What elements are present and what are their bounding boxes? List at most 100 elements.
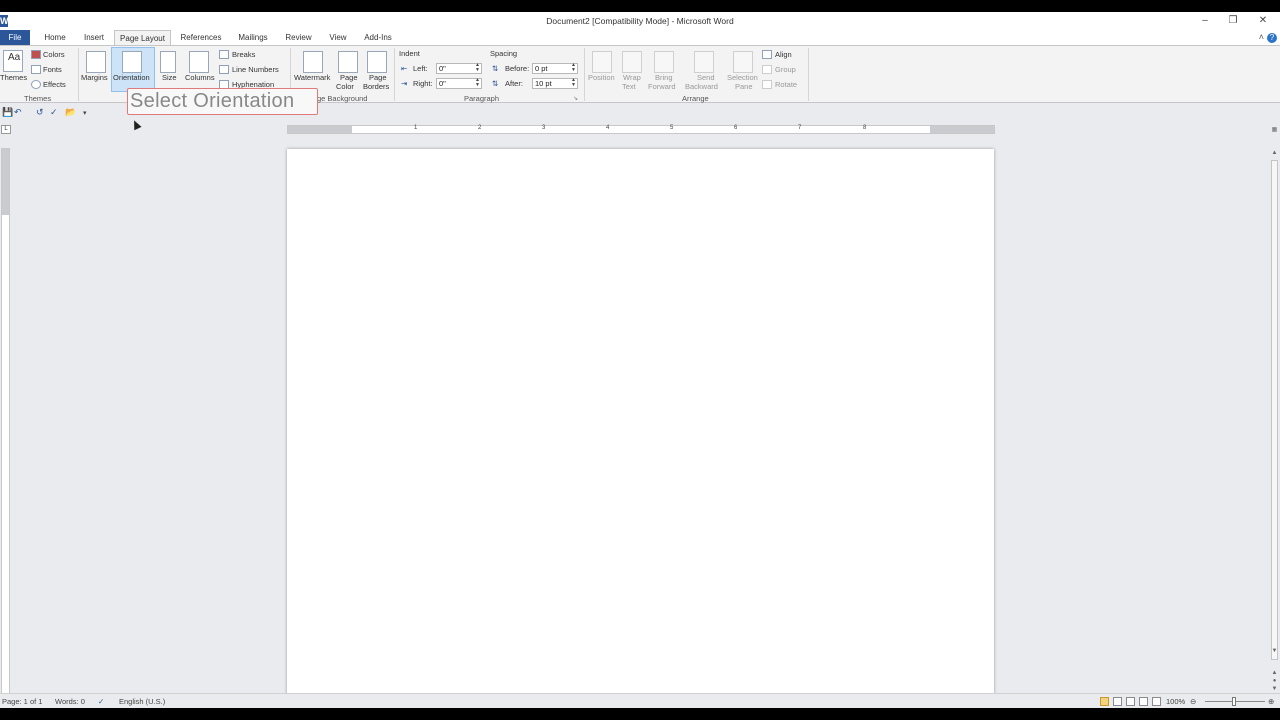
zoom-level[interactable]: 100%: [1166, 697, 1185, 706]
indent-right-icon: ⇥: [401, 79, 408, 88]
full-screen-reading-icon[interactable]: [1113, 697, 1122, 706]
tab-mailings[interactable]: Mailings: [232, 30, 274, 45]
browse-object-icon[interactable]: ●: [1270, 678, 1279, 684]
redo-icon[interactable]: ↺: [36, 107, 44, 118]
undo-icon[interactable]: ↶: [14, 107, 22, 118]
tab-file[interactable]: File: [0, 30, 30, 45]
tab-insert[interactable]: Insert: [78, 30, 110, 45]
print-layout-icon[interactable]: [1100, 697, 1109, 706]
bring-forward-button-line2[interactable]: Forward: [648, 82, 676, 91]
effects-button[interactable]: Effects: [43, 80, 66, 89]
wrap-text-button[interactable]: Wrap: [623, 73, 641, 82]
tab-view[interactable]: View: [324, 30, 352, 45]
bring-forward-button[interactable]: Bring: [655, 73, 673, 82]
scroll-down-icon[interactable]: ▼: [1270, 648, 1279, 654]
indent-right-field[interactable]: 0" ▲ ▼: [436, 78, 482, 89]
tab-page-layout[interactable]: Page Layout: [114, 30, 171, 45]
align-button[interactable]: Align: [775, 50, 792, 59]
fonts-button[interactable]: Fonts: [43, 65, 62, 74]
wrap-text-button-line2[interactable]: Text: [622, 82, 636, 91]
tab-references[interactable]: References: [177, 30, 225, 45]
zoom-out-icon[interactable]: ⊖: [1190, 697, 1196, 706]
spin-arrows-icon[interactable]: ▲ ▼: [571, 78, 576, 88]
watermark-button[interactable]: Watermark: [294, 73, 330, 82]
rotate-button[interactable]: Rotate: [775, 80, 797, 89]
outline-icon[interactable]: [1139, 697, 1148, 706]
margins-icon: [86, 51, 106, 73]
columns-button[interactable]: Columns: [185, 73, 215, 82]
size-icon: [160, 51, 176, 73]
scroll-thumb[interactable]: [1271, 160, 1278, 660]
scroll-up-icon[interactable]: ▲: [1270, 150, 1279, 156]
tab-home[interactable]: Home: [40, 30, 70, 45]
spin-arrows-icon[interactable]: ▲ ▼: [475, 78, 480, 88]
page-borders-button-line2[interactable]: Borders: [363, 82, 389, 91]
selection-pane-button-line2[interactable]: Pane: [735, 82, 753, 91]
spacing-before-label: Before:: [505, 64, 530, 73]
zoom-slider-knob[interactable]: [1232, 697, 1236, 706]
tab-selector[interactable]: L: [1, 125, 11, 134]
orientation-button[interactable]: Orientation: [113, 73, 150, 82]
word-count[interactable]: Words: 0: [55, 697, 85, 706]
zoom-in-icon[interactable]: ⊕: [1268, 697, 1274, 706]
spacing-title: Spacing: [490, 49, 518, 58]
send-backward-button[interactable]: Send: [697, 73, 715, 82]
minimize-ribbon-icon[interactable]: ˄: [1259, 32, 1264, 42]
selection-pane-button[interactable]: Selection: [727, 73, 758, 82]
margins-button[interactable]: Margins: [81, 73, 108, 82]
paragraph-dialog-launcher-icon[interactable]: ↘: [573, 95, 578, 102]
language[interactable]: English (U.S.): [119, 697, 165, 706]
spacing-after-field[interactable]: 10 pt ▲ ▼: [532, 78, 578, 89]
themes-group-label: Themes: [24, 94, 52, 103]
spelling-icon[interactable]: ✓: [50, 107, 58, 118]
line-numbers-icon: [219, 65, 229, 74]
group-button[interactable]: Group: [775, 65, 796, 74]
ruler-number: 5: [670, 125, 674, 131]
effects-icon: [31, 80, 41, 89]
ruler-number: 2: [478, 125, 482, 131]
page-color-button[interactable]: Page: [340, 73, 358, 82]
restore-icon[interactable]: ❐: [1226, 15, 1240, 27]
group-divider: [78, 48, 79, 101]
line-numbers-button[interactable]: Line Numbers: [232, 65, 279, 74]
page-count[interactable]: Page: 1 of 1: [2, 697, 42, 706]
document-page[interactable]: [287, 149, 994, 709]
page-borders-button[interactable]: Page: [369, 73, 387, 82]
ruler-toggle-icon[interactable]: ▦: [1270, 126, 1279, 133]
themes-button[interactable]: Themes: [0, 73, 27, 82]
tab-review[interactable]: Review: [282, 30, 315, 45]
tab-add-ins[interactable]: Add-Ins: [361, 30, 395, 45]
mouse-cursor-icon: [130, 118, 142, 131]
page-color-button-line2[interactable]: Color: [336, 82, 354, 91]
send-backward-button-line2[interactable]: Backward: [685, 82, 718, 91]
colors-button[interactable]: Colors: [43, 50, 65, 59]
draft-icon[interactable]: [1152, 697, 1161, 706]
breaks-button[interactable]: Breaks: [232, 50, 255, 59]
position-button[interactable]: Position: [588, 73, 615, 82]
spacing-before-value: 0 pt: [535, 64, 548, 73]
close-icon[interactable]: ✕: [1256, 15, 1270, 27]
vertical-scrollbar[interactable]: ▦ ▲ ▼ ▲ ● ▼: [1269, 124, 1280, 696]
open-folder-icon[interactable]: 📂: [65, 107, 76, 118]
web-layout-icon[interactable]: [1126, 697, 1135, 706]
spin-arrows-icon[interactable]: ▲ ▼: [475, 63, 480, 73]
horizontal-ruler[interactable]: 1 2 3 4 5 6 7 8: [287, 125, 995, 134]
customize-qat-icon[interactable]: ▾: [83, 109, 87, 117]
save-icon[interactable]: 💾: [2, 107, 13, 118]
help-icon[interactable]: ?: [1267, 33, 1277, 43]
proofing-icon[interactable]: ✓: [98, 697, 104, 706]
watermark-icon: [303, 51, 323, 73]
size-button[interactable]: Size: [162, 73, 177, 82]
ruler-right-margin: [930, 126, 994, 133]
spacing-before-field[interactable]: 0 pt ▲ ▼: [532, 63, 578, 74]
columns-icon: [189, 51, 209, 73]
themes-aa-glyph: Aa: [8, 52, 21, 63]
group-divider: [394, 48, 395, 101]
vertical-ruler[interactable]: [1, 148, 10, 696]
previous-page-icon[interactable]: ▲: [1270, 670, 1279, 676]
spin-arrows-icon[interactable]: ▲ ▼: [571, 63, 576, 73]
next-page-icon[interactable]: ▼: [1270, 686, 1279, 692]
indent-left-field[interactable]: 0" ▲ ▼: [436, 63, 482, 74]
minimize-icon[interactable]: –: [1198, 15, 1212, 27]
quick-access-toolbar: 💾 ↶ ↺ ✓ 📂 ▾: [0, 105, 120, 121]
